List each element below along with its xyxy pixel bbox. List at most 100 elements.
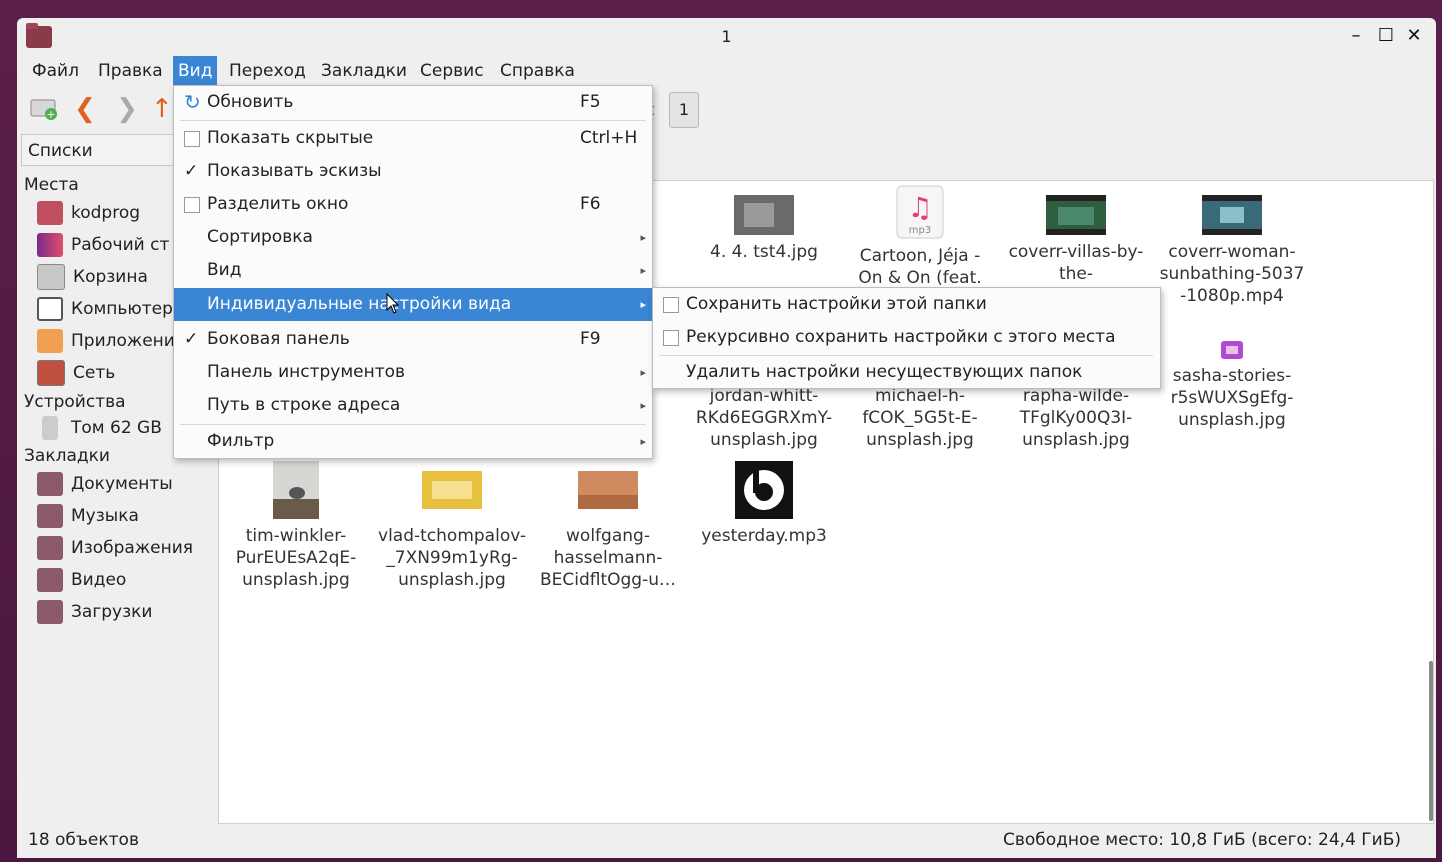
checkbox-unchecked-icon — [184, 131, 200, 147]
menu-bookmarks[interactable]: Закладки — [316, 56, 412, 86]
image-thumbnail-icon — [422, 471, 482, 509]
submenu-item-save-folder[interactable]: Сохранить настройки этой папки — [653, 288, 1160, 321]
music-folder-icon — [37, 504, 63, 528]
menu-tools[interactable]: Сервис — [415, 56, 489, 86]
path-button-current[interactable]: 1 — [669, 92, 699, 128]
submenu-arrow-icon: ▸ — [640, 298, 646, 311]
close-icon[interactable]: ✕ — [1401, 23, 1427, 49]
status-bar: 18 объектов Свободное место: 10,8 ГиБ (в… — [17, 824, 1436, 858]
svg-text:+: + — [46, 108, 55, 120]
sidebar-item-volume[interactable]: Том 62 GB — [37, 413, 162, 443]
svg-text:♫: ♫ — [907, 191, 932, 224]
sidebar-item-computer[interactable]: Компьютер — [37, 294, 173, 324]
network-icon — [37, 360, 65, 386]
up-icon[interactable]: ↑ — [151, 94, 173, 124]
forward-icon[interactable]: ❯ — [115, 94, 139, 124]
submenu-arrow-icon: ▸ — [640, 231, 646, 244]
checkmark-icon: ✓ — [184, 161, 199, 181]
menu-help[interactable]: Справка — [495, 56, 580, 86]
downloads-folder-icon — [37, 600, 63, 624]
checkbox-unchecked-icon — [663, 297, 679, 313]
sidebar-item-network[interactable]: Сеть — [37, 358, 115, 388]
menu-item-path-bar[interactable]: Путь в строке адреса ▸ — [174, 389, 652, 422]
menu-go[interactable]: Переход — [224, 56, 311, 86]
back-icon[interactable]: ❮ — [73, 94, 97, 124]
video-thumbnail-icon — [1046, 195, 1106, 235]
file-item[interactable]: coverr-villas-by- the- — [1001, 195, 1151, 285]
minimize-icon[interactable]: – — [1343, 23, 1369, 49]
menu-item-show-hidden[interactable]: Показать скрытые Ctrl+H — [174, 122, 652, 155]
menu-item-folder-view-settings[interactable]: Индивидуальные настройки вида ▸ — [174, 288, 652, 321]
devices-heading: Устройства — [24, 392, 126, 412]
scrollbar-thumb[interactable] — [1429, 661, 1433, 821]
menu-separator — [180, 120, 646, 121]
home-folder-icon — [37, 201, 63, 225]
submenu-arrow-icon: ▸ — [640, 399, 646, 412]
item-count: 18 объектов — [28, 830, 139, 850]
title-bar: 1 – ☐ ✕ — [17, 18, 1436, 56]
computer-icon — [37, 297, 63, 321]
file-item[interactable]: ♫ mp3 Cartoon, Jéja - On & On (feat. — [845, 185, 995, 289]
window-title: 1 — [721, 27, 732, 46]
desktop-icon — [37, 233, 63, 257]
menu-edit[interactable]: Правка — [93, 56, 168, 86]
sidebar-item-home[interactable]: kodprog — [37, 198, 140, 228]
menu-item-sidebar[interactable]: ✓ Боковая панель F9 — [174, 323, 652, 356]
menu-item-refresh[interactable]: ↻ Обновить F5 — [174, 86, 652, 119]
checkbox-unchecked-icon — [184, 197, 200, 213]
menu-item-split-view[interactable]: Разделить окно F6 — [174, 188, 652, 221]
new-tab-icon[interactable]: + — [27, 94, 61, 124]
file-item[interactable]: yesterday.mp3 — [689, 461, 839, 547]
file-item[interactable]: 4. 4. tst4.jpg — [689, 195, 839, 263]
view-menu: ↻ Обновить F5 Показать скрытые Ctrl+H ✓ … — [173, 85, 653, 459]
mouse-cursor-icon — [386, 293, 400, 314]
sidebar-item-downloads[interactable]: Загрузки — [37, 597, 152, 627]
bookmarks-heading: Закладки — [24, 446, 110, 466]
image-thumbnail-icon — [273, 461, 319, 519]
folder-settings-submenu: Сохранить настройки этой папки Рекурсивн… — [652, 287, 1161, 389]
image-placeholder-icon — [1221, 341, 1243, 359]
file-item[interactable]: rapha-wilde- TFglKy00Q3I- unsplash.jpg — [1001, 385, 1151, 451]
sidebar-item-videos[interactable]: Видео — [37, 565, 126, 595]
menu-item-filter[interactable]: Фильтр ▸ — [174, 425, 652, 458]
file-item[interactable]: coverr-woman- sunbathing-5037 -1080p.mp4 — [1157, 195, 1307, 307]
menu-item-toolbar[interactable]: Панель инструментов ▸ — [174, 356, 652, 389]
image-thumbnail-icon — [734, 195, 794, 235]
refresh-icon: ↻ — [184, 90, 201, 114]
file-item[interactable]: wolfgang- hasselmann- BECidfltOgg-u… — [533, 471, 683, 591]
checkbox-unchecked-icon — [663, 330, 679, 346]
file-item[interactable]: jordan-whitt- RKd6EGGRXmY- unsplash.jpg — [689, 385, 839, 451]
applications-icon — [37, 329, 63, 353]
sidebar-item-documents[interactable]: Документы — [37, 469, 173, 499]
file-item[interactable]: michael-h- fCOK_5G5t-E- unsplash.jpg — [845, 385, 995, 451]
file-item[interactable]: sasha-stories- r5sWUXSgEfg- unsplash.jpg — [1157, 341, 1307, 431]
menu-item-sort[interactable]: Сортировка ▸ — [174, 221, 652, 254]
places-heading: Места — [24, 175, 79, 195]
videos-folder-icon — [37, 568, 63, 592]
submenu-item-delete-settings[interactable]: Удалить настройки несуществующих папок — [653, 356, 1160, 389]
submenu-item-save-recursive[interactable]: Рекурсивно сохранить настройки с этого м… — [653, 321, 1160, 354]
file-item[interactable]: tim-winkler- PurEUEsA2qE- unsplash.jpg — [221, 461, 371, 591]
menu-view[interactable]: Вид — [173, 56, 218, 86]
sidebar-item-trash[interactable]: Корзина — [37, 262, 148, 292]
file-item[interactable]: vlad-tchompalov- _7XN99m1yRg- unsplash.j… — [377, 471, 527, 591]
sidebar-item-music[interactable]: Музыка — [37, 501, 139, 531]
menu-file[interactable]: Файл — [27, 56, 84, 86]
video-thumbnail-icon — [1202, 195, 1262, 235]
submenu-arrow-icon: ▸ — [640, 366, 646, 379]
menu-bar: Файл Правка Вид Переход Закладки Сервис … — [17, 56, 1436, 86]
beats-audio-icon — [735, 461, 793, 519]
pictures-folder-icon — [37, 536, 63, 560]
usb-drive-icon — [42, 416, 58, 440]
maximize-icon[interactable]: ☐ — [1373, 23, 1399, 49]
sidebar-item-desktop[interactable]: Рабочий ст — [37, 230, 169, 260]
menu-item-view-mode[interactable]: Вид ▸ — [174, 254, 652, 287]
checkmark-icon: ✓ — [184, 329, 199, 349]
sidebar-item-pictures[interactable]: Изображения — [37, 533, 193, 563]
menu-item-show-thumbnails[interactable]: ✓ Показывать эскизы — [174, 155, 652, 188]
trash-icon — [37, 264, 65, 290]
sidebar-item-applications[interactable]: Приложени — [37, 326, 175, 356]
music-file-icon: ♫mp3 — [896, 185, 944, 239]
submenu-arrow-icon: ▸ — [640, 435, 646, 448]
submenu-arrow-icon: ▸ — [640, 264, 646, 277]
